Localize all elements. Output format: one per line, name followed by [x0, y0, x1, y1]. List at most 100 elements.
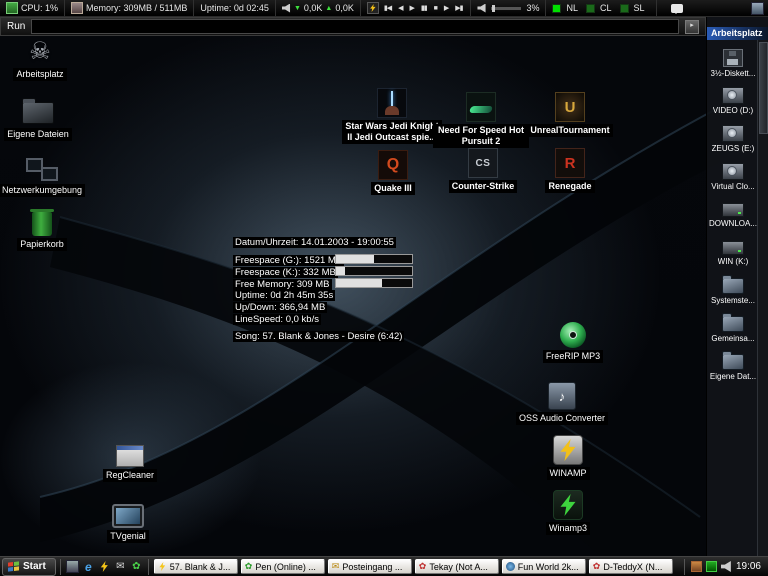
- capslock-label: CL: [600, 3, 612, 13]
- sidebar-item-video-d[interactable]: VIDEO (D:): [707, 82, 759, 120]
- media-controls-section: ▮◀ ◀ ▶ ▮▮ ■ ▶ ▶▮: [361, 0, 472, 16]
- sidebar-item-virtual-clone[interactable]: Virtual Clo...: [707, 158, 759, 196]
- system-info-overlay: Datum/Uhrzeit: 14.01.2003 - 19:00:55 Fre…: [233, 236, 413, 342]
- desktop-icon-tvgenial[interactable]: TVgenial: [88, 498, 168, 543]
- desktop-icon-quake3[interactable]: Q Quake III: [353, 150, 433, 195]
- media-play-button[interactable]: ▶: [407, 4, 415, 12]
- task-button-d-teddyx[interactable]: ✿ D-TeddyX (N...: [588, 559, 673, 574]
- quake-logo-icon: Q: [378, 150, 408, 180]
- sidebar-item-eigene-dateien[interactable]: Eigene Dat...: [707, 348, 759, 386]
- desktop-icon-nfs-hot-pursuit[interactable]: Need For Speed Hot Pursuit 2: [433, 92, 529, 148]
- renegade-logo-icon: R: [555, 148, 585, 178]
- scrolllock-indicator: [619, 3, 629, 13]
- icon-label: Star Wars Jedi Knight II Jedi Outcast sp…: [342, 120, 442, 144]
- sidebar-scrollbar-thumb[interactable]: [759, 42, 768, 134]
- tray-app-icon[interactable]: [690, 561, 702, 572]
- desktop-icon-jedi-knight[interactable]: Star Wars Jedi Knight II Jedi Outcast sp…: [342, 88, 442, 144]
- sidebar-item-win-k[interactable]: WIN (K:): [707, 234, 759, 272]
- sidebar-scrollbar[interactable]: [757, 40, 768, 556]
- winamp-quicklaunch-icon[interactable]: [98, 560, 111, 573]
- free-memory-bar-fill: [336, 279, 382, 287]
- icon-label: Quake III: [371, 182, 415, 195]
- desktop-icon-arbeitsplatz[interactable]: ☠ Arbeitsplatz: [0, 36, 80, 81]
- show-desktop-icon[interactable]: [65, 560, 79, 573]
- media-forward-button[interactable]: ▶: [442, 4, 450, 12]
- tray-network-icon[interactable]: [705, 561, 717, 572]
- icon-label: Winamp3: [545, 522, 590, 535]
- uptime-line: Uptime: 0d 2h 45m 35s: [233, 289, 336, 301]
- mail-quicklaunch-icon[interactable]: ✉: [114, 560, 127, 573]
- icq-online-icon: ✿: [244, 561, 253, 571]
- desktop-icon-freerip[interactable]: FreeRIP MP3: [533, 318, 613, 363]
- media-stop-button[interactable]: ■: [432, 5, 439, 12]
- tray-volume-icon[interactable]: [720, 561, 731, 572]
- lightning-bolt-icon: [553, 435, 583, 465]
- sidebar-item-gemeinsame-dokumente[interactable]: Gemeinsa...: [707, 310, 759, 348]
- volume-section: 3%: [471, 0, 547, 16]
- download-arrow-icon: ▼: [293, 4, 301, 12]
- task-button-pen-online[interactable]: ✿ Pen (Online) ...: [240, 559, 325, 574]
- task-button-fun-world[interactable]: Fun World 2k...: [501, 559, 586, 574]
- toolbar-corner-icon[interactable]: [751, 1, 764, 15]
- computer-skull-icon: ☠: [29, 38, 51, 65]
- lightsaber-icon: [377, 88, 407, 118]
- desktop-icon-winamp[interactable]: WINAMP: [528, 435, 608, 480]
- desktop-icon-unrealtournament[interactable]: U UnrealTournament: [522, 92, 618, 137]
- freespace-k-bar: [335, 266, 413, 276]
- desktop-icon-papierkorb[interactable]: Papierkorb: [2, 206, 82, 251]
- cs-logo-icon: CS: [468, 148, 498, 178]
- icon-label: Arbeitsplatz: [13, 68, 67, 81]
- internet-explorer-icon[interactable]: e: [82, 560, 95, 574]
- tv-icon: [112, 498, 144, 528]
- start-button[interactable]: Start: [2, 557, 56, 576]
- virtual-cd-drive-icon: [722, 163, 744, 180]
- globe-icon: [505, 562, 515, 571]
- task-button-posteingang[interactable]: ✉ Posteingang ...: [327, 559, 412, 574]
- task-button-tekay[interactable]: ✿ Tekay (Not A...: [414, 559, 499, 574]
- run-go-button[interactable]: ▸: [685, 19, 699, 34]
- upload-arrow-icon: ▲: [325, 4, 333, 12]
- media-pause-button[interactable]: ▮▮: [419, 4, 429, 12]
- media-prev-button[interactable]: ▮◀: [382, 4, 393, 12]
- icon-label: RegCleaner: [102, 469, 158, 482]
- media-next-button[interactable]: ▶▮: [453, 4, 464, 12]
- icq-away-icon: ✿: [592, 561, 601, 571]
- desktop-icon-winamp3[interactable]: Winamp3: [528, 490, 608, 535]
- task-button-winamp-song[interactable]: 57. Blank & J...: [153, 559, 238, 574]
- icon-label: WINAMP: [546, 467, 590, 480]
- system-tray: 19:06: [683, 558, 766, 575]
- sidebar-item-floppy-a[interactable]: 3½-Diskett...: [707, 44, 759, 82]
- icon-label: Need For Speed Hot Pursuit 2: [433, 124, 529, 148]
- cd-disc-icon: [560, 318, 586, 348]
- toolbar-title: Arbeitsplatz: [707, 27, 768, 40]
- sidebar-item-download[interactable]: DOWNLOA...: [707, 196, 759, 234]
- icon-label: Renegade: [545, 180, 595, 193]
- tray-clock[interactable]: 19:06: [736, 561, 761, 572]
- desktop-icon-eigene-dateien[interactable]: Eigene Dateien: [0, 96, 76, 141]
- desktop-icon-counter-strike[interactable]: CS Counter-Strike: [443, 148, 523, 193]
- sidebar-item-systemsteuerung[interactable]: Systemste...: [707, 272, 759, 310]
- speaker-icon: [281, 3, 291, 13]
- icq-quicklaunch-icon[interactable]: ✿: [130, 560, 143, 573]
- desktop-icon-regcleaner[interactable]: RegCleaner: [90, 437, 170, 482]
- quick-launch-bar: e ✉ ✿: [59, 558, 149, 575]
- race-car-icon: [466, 92, 496, 122]
- volume-slider-thumb[interactable]: [492, 4, 496, 12]
- desktop-icon-netzwerkumgebung[interactable]: Netzwerkumgebung: [0, 152, 90, 197]
- icon-label: UnrealTournament: [527, 124, 613, 137]
- music-note-icon: ♪: [548, 380, 576, 410]
- volume-speaker-icon: [477, 3, 486, 13]
- run-input[interactable]: [31, 19, 679, 34]
- sidebar-item-zeugs-e[interactable]: ZEUGS (E:): [707, 120, 759, 158]
- ut-logo-icon: U: [555, 92, 585, 122]
- linespeed-line: LineSpeed: 0,0 kb/s: [233, 313, 321, 325]
- desktop-icon-oss-audio-converter[interactable]: ♪ OSS Audio Converter: [512, 380, 612, 425]
- chat-bubble-icon[interactable]: [670, 3, 683, 14]
- desktop-icon-renegade[interactable]: R Renegade: [530, 148, 610, 193]
- volume-slider[interactable]: [491, 4, 522, 12]
- system-monitor-bar: CPU: 1% Memory: 309MB / 511MB Uptime: 0d…: [0, 0, 768, 17]
- media-rewind-button[interactable]: ◀: [396, 4, 404, 12]
- shared-folder-icon: [722, 312, 744, 332]
- icon-label: Papierkorb: [17, 238, 67, 251]
- capslock-indicator: [586, 3, 595, 13]
